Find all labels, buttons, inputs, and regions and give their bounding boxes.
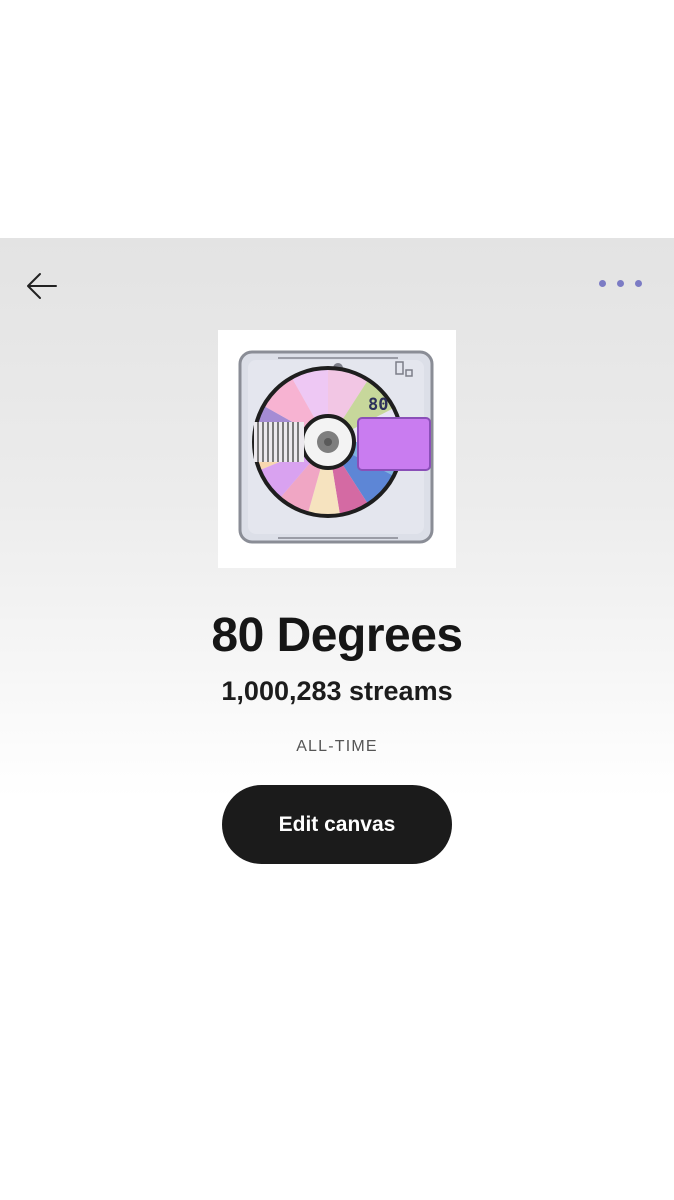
more-dot-icon [634,279,642,287]
edit-canvas-button[interactable]: Edit canvas [222,785,452,864]
more-options-button[interactable] [590,268,650,298]
yeezus-disc-artwork: 80 [238,350,434,544]
stream-count: 1,000,283 streams [221,676,453,706]
arrow-left-icon [27,273,57,299]
track-stats-screen: 80 80 Degrees 1,000,283 streams ALL-TIME… [0,238,674,1200]
track-title: 80 Degrees [211,609,463,662]
artwork-label: 80 [368,395,388,415]
stripes [254,422,304,462]
back-button[interactable] [22,266,62,306]
album-artwork: 80 [218,330,456,568]
more-dot-icon [616,279,624,287]
more-dot-icon [598,279,606,287]
period-label: ALL-TIME [296,738,378,755]
